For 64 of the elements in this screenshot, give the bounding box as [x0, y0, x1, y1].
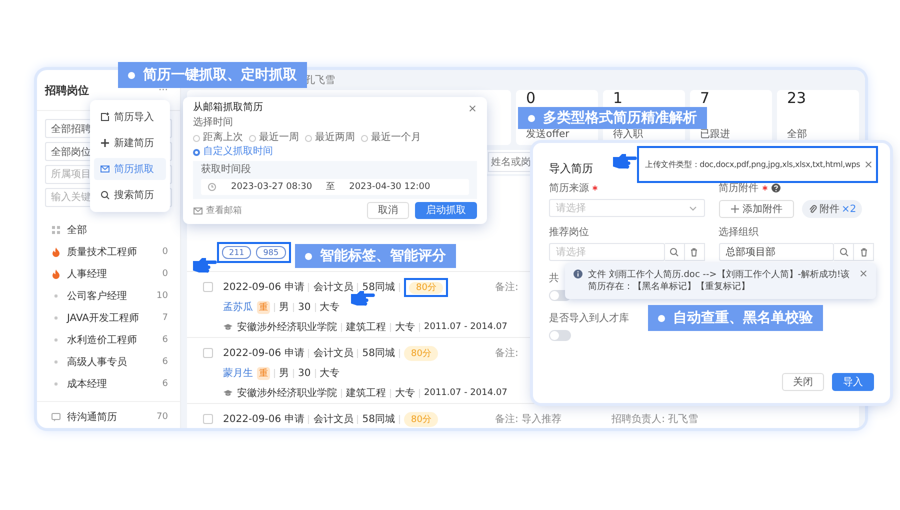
position-text: 会计文员 [313, 412, 354, 426]
school-tag: 211 [222, 246, 252, 259]
apply-date: 2022-09-06 申请 [223, 280, 304, 294]
education-text: 大专 [320, 300, 340, 314]
position-text: 会计文员 [313, 346, 354, 360]
item-count: 70 [156, 412, 168, 422]
item-count: 7 [162, 313, 168, 323]
field-label: 简历附件 [718, 182, 758, 195]
period-text: 2011.07 - 2014.07 [424, 322, 508, 332]
field-label: 获取时间段 [201, 164, 252, 176]
age-text: 30 [298, 368, 311, 378]
stat-value: 7 [700, 90, 710, 106]
gender-text: 男 [279, 301, 289, 314]
score-badge: 80分 [404, 346, 438, 360]
source-text: 58同城 [362, 280, 396, 294]
gender-text: 男 [279, 367, 289, 380]
school-text: 安徽涉外经济职业学院 [237, 386, 337, 400]
apply-date: 2022-09-06 申请 [223, 346, 304, 360]
source-text: 58同城 [362, 346, 396, 360]
field-label: 选择时间 [193, 117, 234, 129]
school-text: 安徽涉外经济职业学院 [237, 320, 337, 334]
field-label: 共 [549, 272, 559, 285]
recruiter-text: 招聘负责人: 孔飞雪 [612, 412, 698, 427]
dialog-title: 从邮箱抓取简历 [193, 102, 263, 114]
item-count: 6 [162, 379, 168, 389]
field-label: 简历来源 [549, 182, 589, 195]
item-count: 6 [162, 335, 168, 345]
school-tag: 985 [256, 246, 286, 259]
field-label: 是否导入到人才库 [549, 312, 629, 325]
degree-text: 大专 [395, 386, 415, 400]
callout-text: 智能标签、智能评分 [320, 247, 446, 265]
flag-badge: 重 [257, 366, 270, 380]
item-count: 10 [156, 291, 168, 301]
sidebar-title: 招聘岗位 [45, 82, 89, 98]
position-text: 会计文员 [313, 280, 354, 294]
item-count: 6 [162, 357, 168, 367]
item-count: 0 [162, 269, 168, 279]
item-count: 0 [162, 247, 168, 257]
notice-text: 文件 刘雨工作个人简历.doc -->【刘雨工作个人简】-解析成功!该简历存在：【黑名单标记】【重复标记】 [588, 269, 851, 293]
source-text: 58同城 [362, 412, 396, 426]
stat-label: 待入职 [613, 129, 643, 140]
file-types-text: 上传文件类型：doc,docx,pdf,png,jpg,xls,xlsx,txt,html,wps [645, 159, 860, 170]
score-badge: 80分 [409, 282, 444, 294]
field-label: 推荐岗位 [549, 226, 589, 239]
period-text: 2011.07 - 2014.07 [424, 388, 508, 398]
stat-value: 1 [613, 90, 623, 106]
stat-label: 全部 [787, 129, 807, 140]
degree-text: 大专 [395, 320, 415, 334]
education-text: 大专 [320, 366, 340, 380]
note-text: 备注: 导入推荐 [495, 412, 562, 427]
flag-badge: 重 [257, 300, 270, 314]
stat-value: 23 [787, 90, 806, 106]
age-text: 30 [298, 302, 311, 312]
score-badge: 80分 [404, 412, 438, 426]
major-text: 建筑工程 [346, 320, 386, 334]
field-label: 选择组织 [718, 226, 758, 239]
apply-date: 2022-09-06 申请 [223, 412, 304, 426]
stat-value: 0 [526, 90, 536, 106]
major-text: 建筑工程 [346, 386, 386, 400]
callout-text: 自动查重、黑名单校验 [673, 309, 813, 327]
stat-label: 已跟进 [700, 129, 730, 140]
dialog-title: 导入简历 [549, 160, 593, 176]
stat-label: 发送offer [526, 129, 570, 140]
callout-text: 简历一键抓取、定时抓取 [143, 66, 297, 84]
